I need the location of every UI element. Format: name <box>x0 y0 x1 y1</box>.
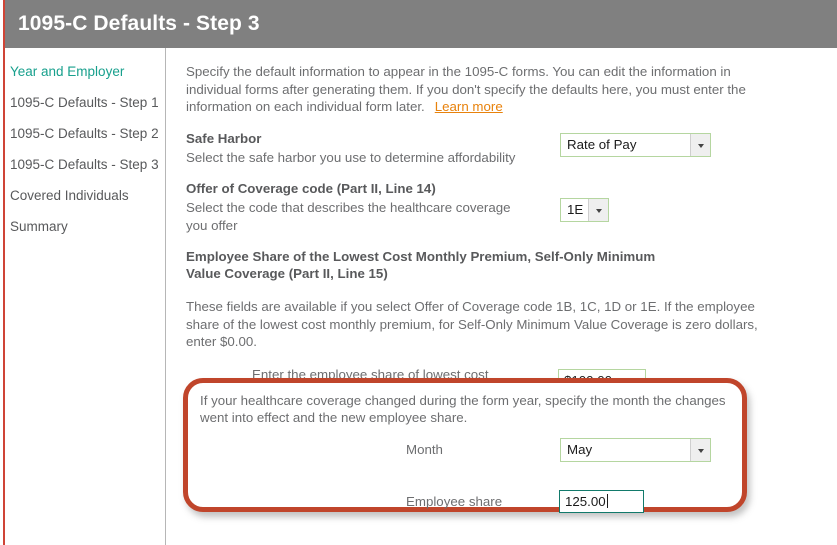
left-edge-stripe <box>3 0 5 545</box>
sidebar-item-step-2[interactable]: 1095-C Defaults - Step 2 <box>5 125 165 142</box>
employee-share-new-label: Employee share <box>406 494 503 509</box>
sidebar-item-year-and-employer[interactable]: Year and Employer <box>5 63 165 80</box>
employee-share-new-row: Employee share 125.00 <box>188 488 742 526</box>
safe-harbor-value: Rate of Pay <box>567 136 637 152</box>
title-bar: 1095-C Defaults - Step 3 <box>5 0 837 48</box>
offer-of-coverage-title: Offer of Coverage code (Part II, Line 14… <box>186 181 436 196</box>
month-dropdown[interactable]: May <box>560 438 711 462</box>
page-title: 1095-C Defaults - Step 3 <box>18 12 260 35</box>
sidebar-item-covered-individuals[interactable]: Covered Individuals <box>5 187 165 204</box>
intro-paragraph: Specify the default information to appea… <box>186 63 766 116</box>
coverage-change-text: If your healthcare coverage changed duri… <box>200 393 726 425</box>
safe-harbor-description: Select the safe harbor you use to determ… <box>186 149 516 165</box>
coverage-change-callout: If your healthcare coverage changed duri… <box>183 378 747 513</box>
month-label: Month <box>406 442 443 457</box>
chevron-down-icon[interactable] <box>690 439 710 461</box>
safe-harbor-dropdown[interactable]: Rate of Pay <box>560 132 711 157</box>
safe-harbor-section: Safe Harbor Select the safe harbor you u… <box>186 130 831 167</box>
offer-of-coverage-section: Offer of Coverage code (Part II, Line 14… <box>186 180 831 234</box>
offer-of-coverage-description: Select the code that describes the healt… <box>186 200 511 233</box>
employee-share-new-input[interactable]: 125.00 <box>559 490 644 513</box>
employee-share-title: Employee Share of the Lowest Cost Monthl… <box>186 249 656 281</box>
page-body: Year and Employer 1095-C Defaults - Step… <box>5 48 837 545</box>
month-value: May <box>567 442 593 457</box>
chevron-down-icon[interactable] <box>588 199 608 221</box>
chevron-down-icon[interactable] <box>690 133 710 156</box>
offer-of-coverage-value: 1E <box>567 202 584 217</box>
employee-share-body: These fields are available if you select… <box>186 299 758 349</box>
text-cursor <box>606 494 608 508</box>
learn-more-link[interactable]: Learn more <box>435 99 503 114</box>
sidebar-divider <box>165 48 166 545</box>
employee-share-new-value: 125.00 <box>565 494 606 509</box>
sidebar-item-step-1[interactable]: 1095-C Defaults - Step 1 <box>5 94 165 111</box>
sidebar: Year and Employer 1095-C Defaults - Step… <box>5 48 165 545</box>
sidebar-item-summary[interactable]: Summary <box>5 218 165 235</box>
safe-harbor-title: Safe Harbor <box>186 130 262 146</box>
month-row: Month May <box>188 436 742 474</box>
main-content: Specify the default information to appea… <box>181 48 831 545</box>
sidebar-item-step-3[interactable]: 1095-C Defaults - Step 3 <box>5 156 165 173</box>
offer-of-coverage-dropdown[interactable]: 1E <box>560 198 609 222</box>
